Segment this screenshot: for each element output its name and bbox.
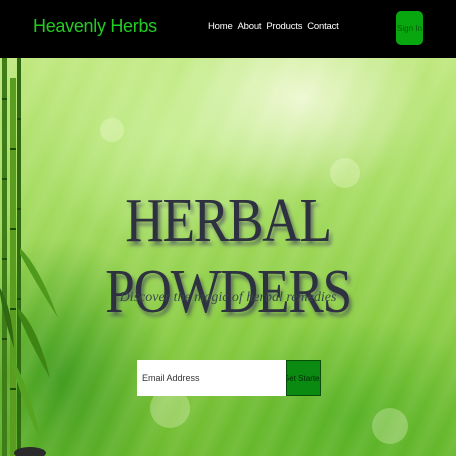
main-nav: Home About Products Contact [208, 21, 339, 32]
nav-products[interactable]: Products [266, 21, 302, 32]
email-input[interactable] [137, 360, 286, 396]
get-started-button[interactable]: Get Started [286, 360, 321, 396]
nav-home[interactable]: Home [208, 21, 233, 32]
bokeh-light [372, 408, 408, 444]
hero-tagline: Discover the magic of herbal remedies [119, 290, 337, 305]
nav-contact[interactable]: Contact [307, 21, 339, 32]
top-navbar: Heavenly Herbs Home About Products Conta… [0, 0, 456, 58]
brand-logo[interactable]: Heavenly Herbs [33, 16, 157, 37]
sign-in-button[interactable]: Sign In [396, 11, 423, 45]
nav-about[interactable]: About [238, 21, 262, 32]
hero-title: HERBAL POWDERS [105, 187, 352, 326]
bokeh-light [100, 118, 124, 142]
hero-section: HERBAL POWDERS Discover the magic of her… [0, 58, 456, 456]
bokeh-light [330, 158, 360, 188]
